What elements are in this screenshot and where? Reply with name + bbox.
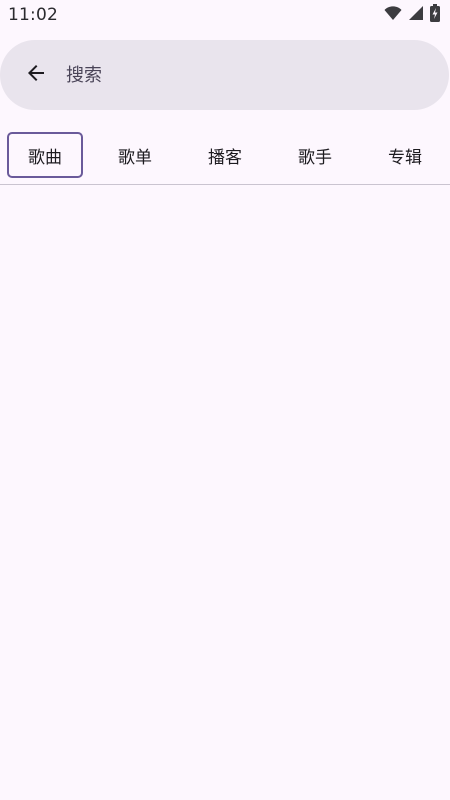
status-icons <box>384 4 440 26</box>
status-bar: 11:02 <box>0 0 450 30</box>
tab-albums[interactable]: 专辑 <box>367 132 443 178</box>
results-area <box>0 185 450 800</box>
tab-songs[interactable]: 歌曲 <box>7 132 83 178</box>
arrow-back-icon <box>24 61 48 89</box>
wifi-icon <box>384 5 402 25</box>
search-bar[interactable] <box>0 40 449 110</box>
battery-charging-icon <box>430 4 440 26</box>
back-button[interactable] <box>18 57 54 93</box>
cellular-signal-icon <box>408 5 424 25</box>
tab-artists[interactable]: 歌手 <box>277 132 353 178</box>
category-tabs: 歌曲 歌单 播客 歌手 专辑 <box>0 130 450 184</box>
tab-playlists[interactable]: 歌单 <box>97 132 173 178</box>
tab-podcasts[interactable]: 播客 <box>187 132 263 178</box>
search-input[interactable] <box>66 60 426 90</box>
status-time: 11:02 <box>8 5 58 25</box>
